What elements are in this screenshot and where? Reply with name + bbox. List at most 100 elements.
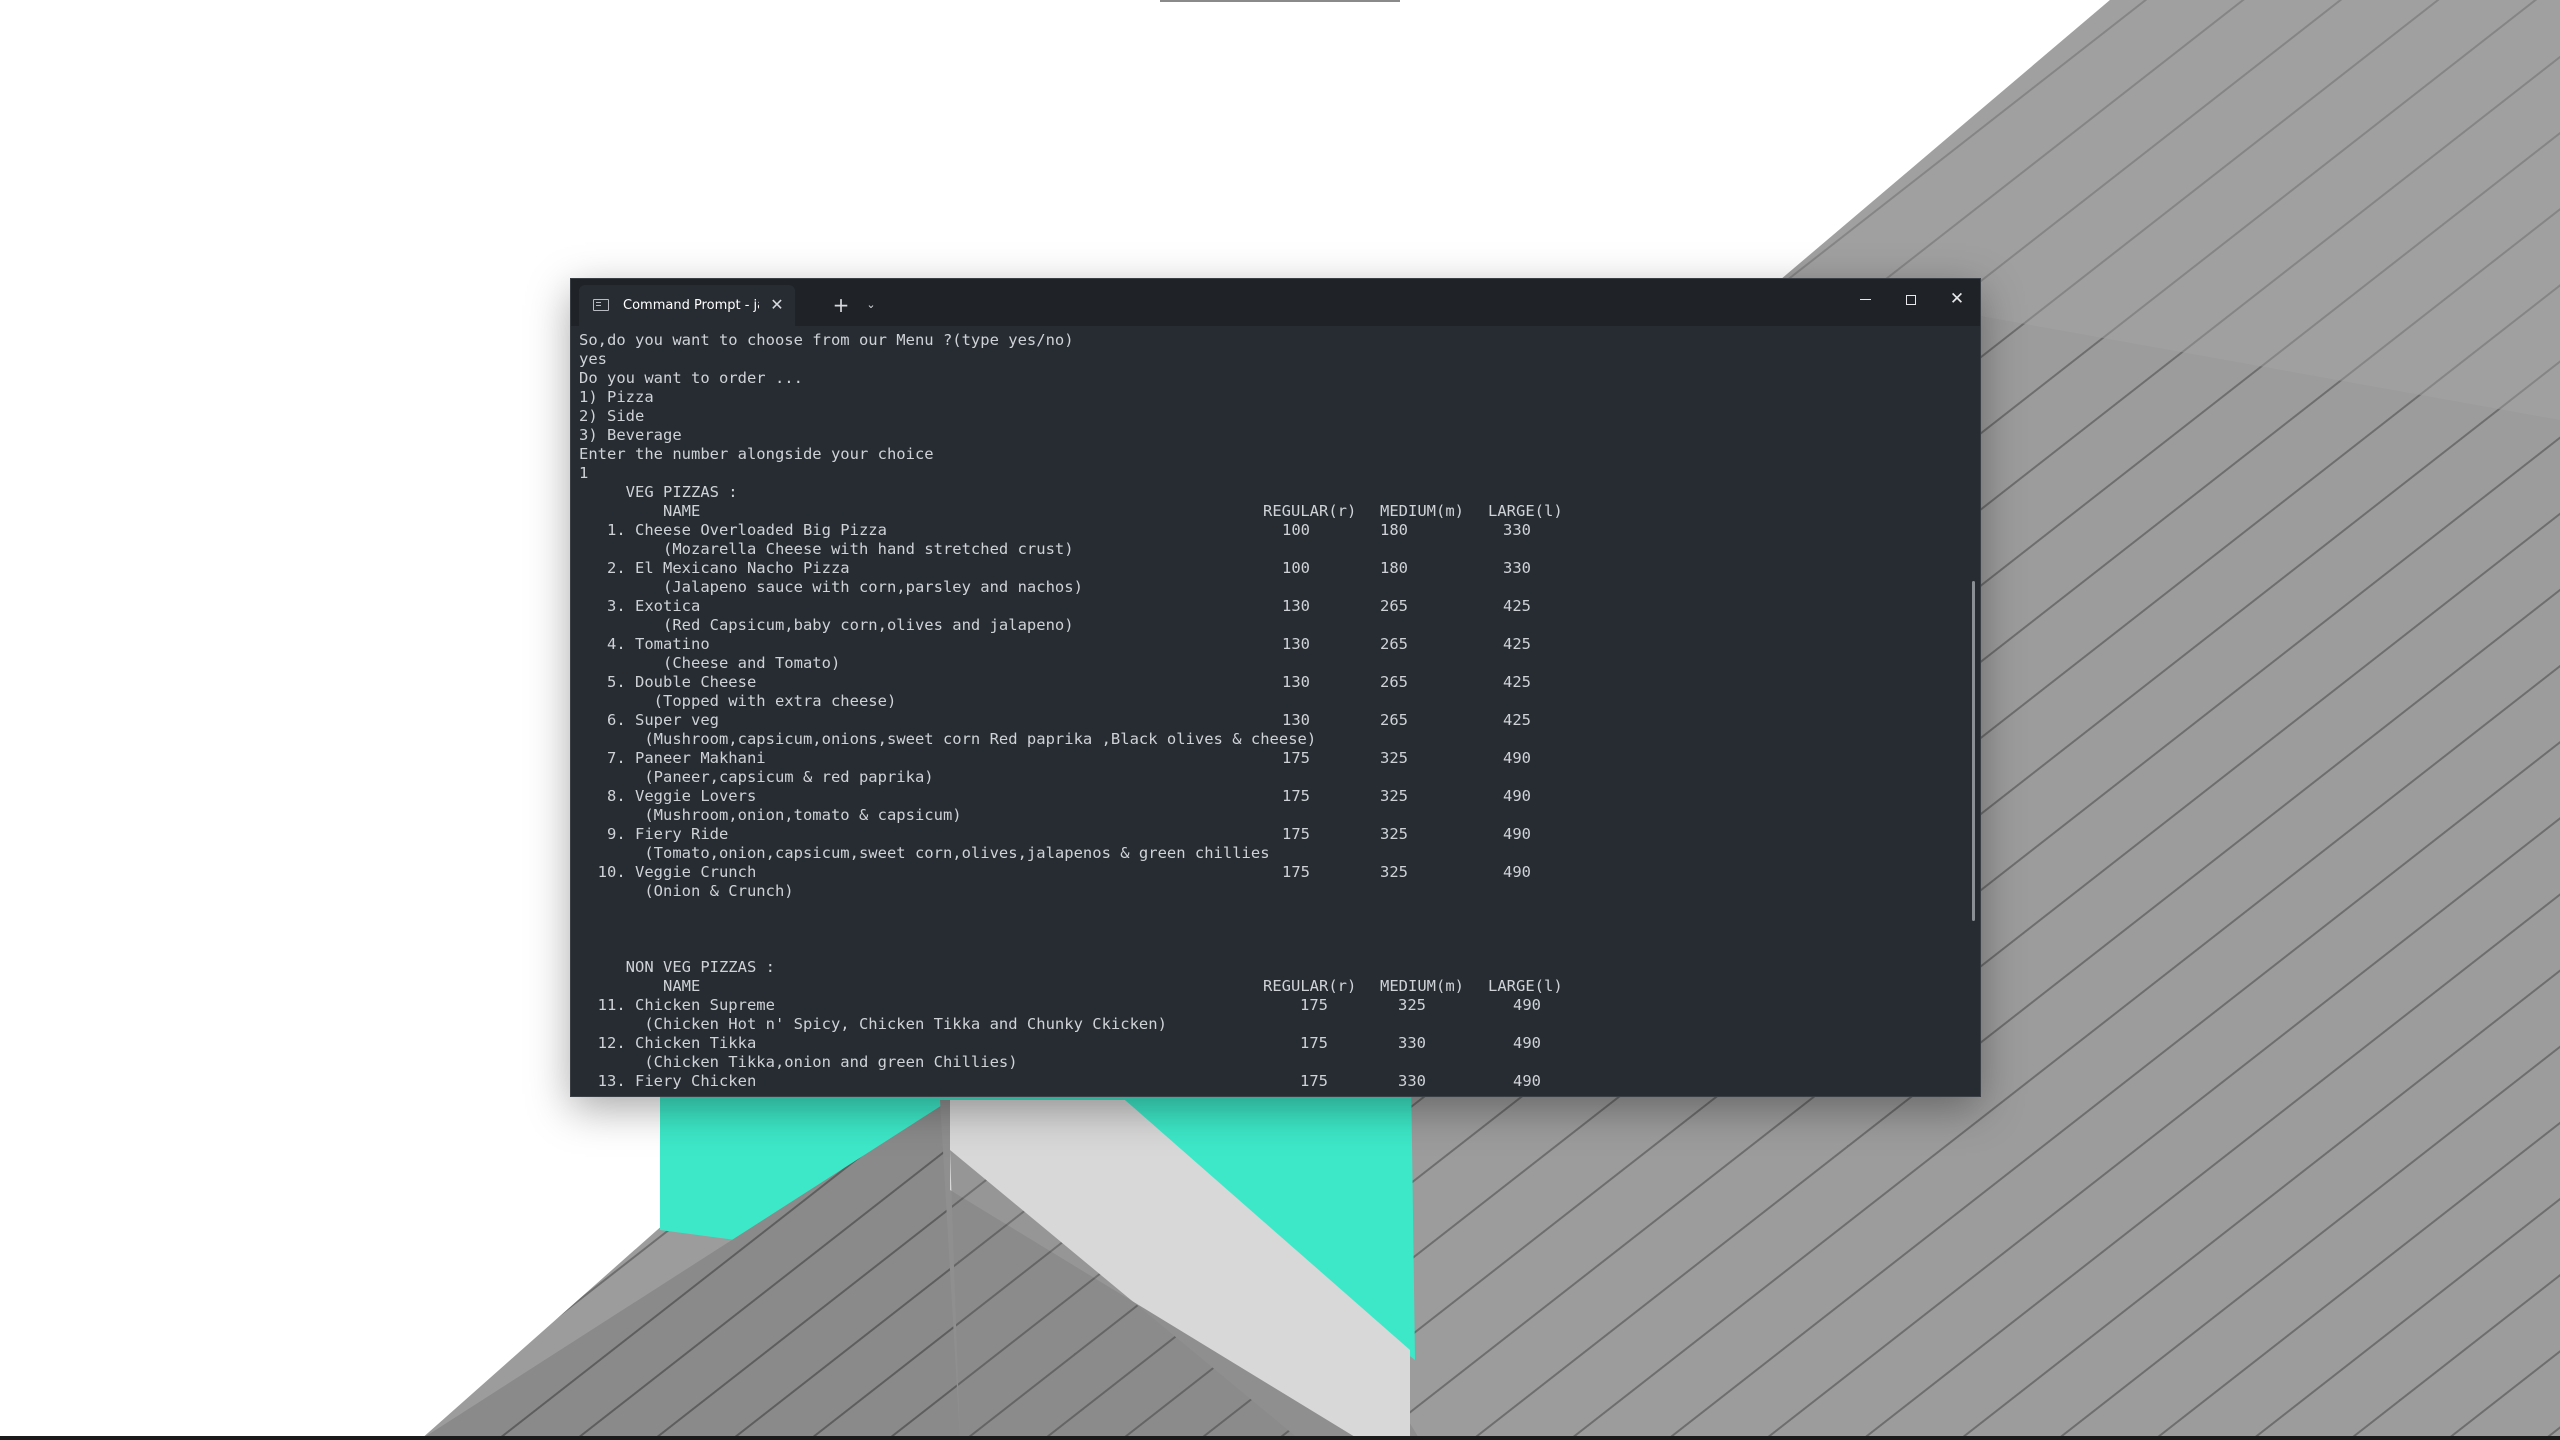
console-line: 5. Double Cheese bbox=[579, 673, 757, 691]
price-cell: 490 bbox=[1513, 1034, 1541, 1052]
price-column-header: REGULAR(r) bbox=[1263, 502, 1357, 520]
tab-dropdown-button[interactable]: ⌄ bbox=[859, 291, 883, 319]
price-cell: 180 bbox=[1380, 521, 1408, 539]
console-line: 1 bbox=[579, 464, 589, 482]
price-cell: 330 bbox=[1398, 1034, 1426, 1052]
price-column-header: REGULAR(r) bbox=[1263, 977, 1357, 995]
price-cell: 180 bbox=[1380, 559, 1408, 577]
console-line: So,do you want to choose from our Menu ?… bbox=[579, 331, 1074, 349]
price-column-header: LARGE(l) bbox=[1488, 977, 1563, 995]
price-cell: 425 bbox=[1503, 673, 1531, 691]
console-line: 2) Side bbox=[579, 407, 645, 425]
close-window-button[interactable]: ✕ bbox=[1934, 279, 1980, 319]
console-line: (Onion & Crunch) bbox=[579, 882, 794, 900]
maximize-button[interactable] bbox=[1888, 279, 1934, 319]
console-line: 13. Fiery Chicken bbox=[579, 1072, 757, 1090]
price-cell: 490 bbox=[1513, 1072, 1541, 1090]
console-output[interactable]: So,do you want to choose from our Menu ?… bbox=[579, 326, 1959, 1096]
price-cell: 325 bbox=[1398, 996, 1426, 1014]
price-cell: 330 bbox=[1398, 1072, 1426, 1090]
console-line: yes bbox=[579, 350, 607, 368]
console-line: (Chicken Hot n' Spicy, Chicken Tikka and… bbox=[579, 1015, 1167, 1033]
price-cell: 265 bbox=[1380, 673, 1408, 691]
console-line: (Jalapeno sauce with corn,parsley and na… bbox=[579, 578, 1083, 596]
price-column-header: LARGE(l) bbox=[1488, 502, 1563, 520]
price-cell: 175 bbox=[1300, 1034, 1328, 1052]
console-line: NON VEG PIZZAS : bbox=[579, 958, 775, 976]
console-line: Enter the number alongside your choice bbox=[579, 445, 934, 463]
tab-title: Command Prompt - java Pizza bbox=[623, 298, 759, 313]
console-line: 10. Veggie Crunch bbox=[579, 863, 757, 881]
price-column-header: MEDIUM(m) bbox=[1380, 977, 1464, 995]
price-cell: 130 bbox=[1282, 711, 1310, 729]
price-cell: 175 bbox=[1282, 863, 1310, 881]
price-cell: 100 bbox=[1282, 559, 1310, 577]
price-cell: 490 bbox=[1503, 749, 1531, 767]
console-line: 4. Tomatino bbox=[579, 635, 710, 653]
console-line: (Tomato,onion,capsicum,sweet corn,olives… bbox=[579, 844, 1270, 862]
console-line: 9. Fiery Ride bbox=[579, 825, 729, 843]
price-cell: 490 bbox=[1503, 863, 1531, 881]
price-cell: 175 bbox=[1300, 1072, 1328, 1090]
console-line: (Chicken Tikka,onion and green Chillies) bbox=[579, 1053, 1018, 1071]
minimize-button[interactable] bbox=[1842, 279, 1888, 319]
console-line: (Mushroom,capsicum,onions,sweet corn Red… bbox=[579, 730, 1317, 748]
console-line: 6. Super veg bbox=[579, 711, 719, 729]
price-cell: 425 bbox=[1503, 597, 1531, 615]
price-cell: 265 bbox=[1380, 635, 1408, 653]
price-cell: 175 bbox=[1282, 787, 1310, 805]
price-cell: 100 bbox=[1282, 521, 1310, 539]
console-line: 12. Chicken Tikka bbox=[579, 1034, 757, 1052]
price-cell: 130 bbox=[1282, 635, 1310, 653]
console-line: 3) Beverage bbox=[579, 426, 682, 444]
price-cell: 490 bbox=[1503, 787, 1531, 805]
scrollbar-thumb[interactable] bbox=[1972, 581, 1975, 921]
price-cell: 325 bbox=[1380, 787, 1408, 805]
console-line: (Topped with extra cheese) bbox=[579, 692, 897, 710]
title-bar[interactable]: Command Prompt - java Pizza ✕ + ⌄ ✕ bbox=[571, 279, 1980, 326]
console-line: 8. Veggie Lovers bbox=[579, 787, 757, 805]
console-line: NAME bbox=[579, 977, 701, 995]
console-line: 1) Pizza bbox=[579, 388, 654, 406]
console-line: Do you want to order ... bbox=[579, 369, 803, 387]
tab-close-button[interactable]: ✕ bbox=[765, 293, 789, 317]
price-column-header: MEDIUM(m) bbox=[1380, 502, 1464, 520]
price-cell: 425 bbox=[1503, 635, 1531, 653]
console-line: 2. El Mexicano Nacho Pizza bbox=[579, 559, 850, 577]
chevron-down-icon: ⌄ bbox=[866, 298, 876, 311]
top-edge-mark bbox=[1160, 0, 1400, 2]
price-cell: 490 bbox=[1503, 825, 1531, 843]
price-cell: 325 bbox=[1380, 825, 1408, 843]
price-cell: 490 bbox=[1513, 996, 1541, 1014]
console-line: (Paneer,capsicum & red paprika) bbox=[579, 768, 934, 786]
price-cell: 330 bbox=[1503, 521, 1531, 539]
price-cell: 265 bbox=[1380, 711, 1408, 729]
console-line: NAME bbox=[579, 502, 701, 520]
price-cell: 130 bbox=[1282, 597, 1310, 615]
new-tab-button[interactable]: + bbox=[827, 291, 855, 319]
console-line: (Mushroom,onion,tomato & capsicum) bbox=[579, 806, 962, 824]
console-line: VEG PIZZAS : bbox=[579, 483, 738, 501]
price-cell: 425 bbox=[1503, 711, 1531, 729]
price-cell: 175 bbox=[1282, 825, 1310, 843]
console-line: (Red Capsicum,baby corn,olives and jalap… bbox=[579, 616, 1074, 634]
price-cell: 175 bbox=[1300, 996, 1328, 1014]
console-line: 1. Cheese Overloaded Big Pizza bbox=[579, 521, 887, 539]
command-prompt-window[interactable]: Command Prompt - java Pizza ✕ + ⌄ ✕ So,d… bbox=[571, 279, 1980, 1096]
price-cell: 175 bbox=[1282, 749, 1310, 767]
console-line: (Cheese and Tomato) bbox=[579, 654, 841, 672]
console-line: 3. Exotica bbox=[579, 597, 701, 615]
console-line: (Mozarella Cheese with hand stretched cr… bbox=[579, 540, 1074, 558]
maximize-icon bbox=[1906, 294, 1916, 305]
console-line: 7. Paneer Makhani bbox=[579, 749, 766, 767]
console-line: 11. Chicken Supreme bbox=[579, 996, 775, 1014]
price-cell: 330 bbox=[1503, 559, 1531, 577]
tab-command-prompt[interactable]: Command Prompt - java Pizza ✕ bbox=[579, 285, 795, 326]
price-cell: 265 bbox=[1380, 597, 1408, 615]
price-cell: 325 bbox=[1380, 749, 1408, 767]
price-cell: 325 bbox=[1380, 863, 1408, 881]
minimize-icon bbox=[1859, 299, 1871, 300]
terminal-icon bbox=[593, 299, 609, 311]
price-cell: 130 bbox=[1282, 673, 1310, 691]
close-icon: ✕ bbox=[770, 295, 784, 314]
